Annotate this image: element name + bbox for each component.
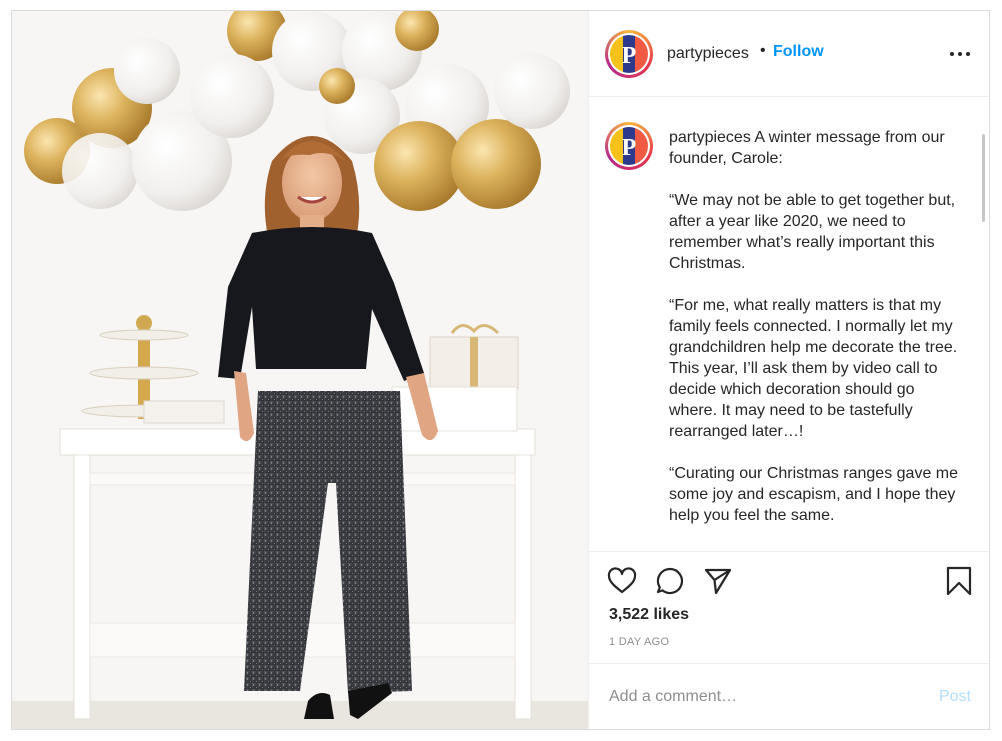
- bookmark-icon[interactable]: [944, 566, 974, 596]
- like-count[interactable]: 3,522 likes: [609, 606, 689, 624]
- author-username[interactable]: partypieces: [667, 45, 749, 63]
- heart-icon[interactable]: [607, 566, 637, 596]
- separator-dot: •: [760, 42, 766, 59]
- post-actions: 3,522 likes 1 DAY AGO: [589, 551, 989, 673]
- post-header: P partypieces • Follow: [589, 11, 989, 97]
- caption-author[interactable]: partypieces: [669, 129, 751, 146]
- author-avatar[interactable]: P: [605, 30, 653, 78]
- share-icon[interactable]: [703, 566, 733, 596]
- partypieces-logo-icon: P: [610, 127, 648, 165]
- caption-scroll-area[interactable]: P partypieces A winter message from our …: [589, 98, 989, 550]
- follow-button[interactable]: Follow: [773, 43, 824, 61]
- caption-paragraph: “For me, what really matters is that my …: [669, 297, 958, 440]
- comment-icon[interactable]: [655, 566, 685, 596]
- comment-input[interactable]: [609, 682, 909, 712]
- post-comment-button[interactable]: Post: [939, 688, 971, 706]
- svg-text:P: P: [622, 43, 637, 69]
- scrollbar[interactable]: [982, 134, 985, 222]
- svg-text:P: P: [622, 135, 637, 161]
- post-side-panel: P partypieces • Follow P partypieces A w…: [588, 11, 989, 729]
- add-comment-bar: Post: [589, 663, 989, 729]
- post-photo[interactable]: [12, 11, 588, 729]
- instagram-post: P partypieces • Follow P partypieces A w…: [11, 10, 990, 730]
- caption-paragraph: “Curating our Christmas ranges gave me s…: [669, 465, 959, 524]
- caption-author-avatar[interactable]: P: [605, 122, 653, 170]
- post-caption: partypieces A winter message from our fo…: [669, 127, 959, 547]
- caption-paragraph: “We may not be able to get together but,…: [669, 192, 956, 272]
- more-horizontal-icon[interactable]: [949, 47, 971, 61]
- partypieces-logo-icon: P: [610, 35, 648, 73]
- post-timestamp[interactable]: 1 DAY AGO: [609, 636, 669, 648]
